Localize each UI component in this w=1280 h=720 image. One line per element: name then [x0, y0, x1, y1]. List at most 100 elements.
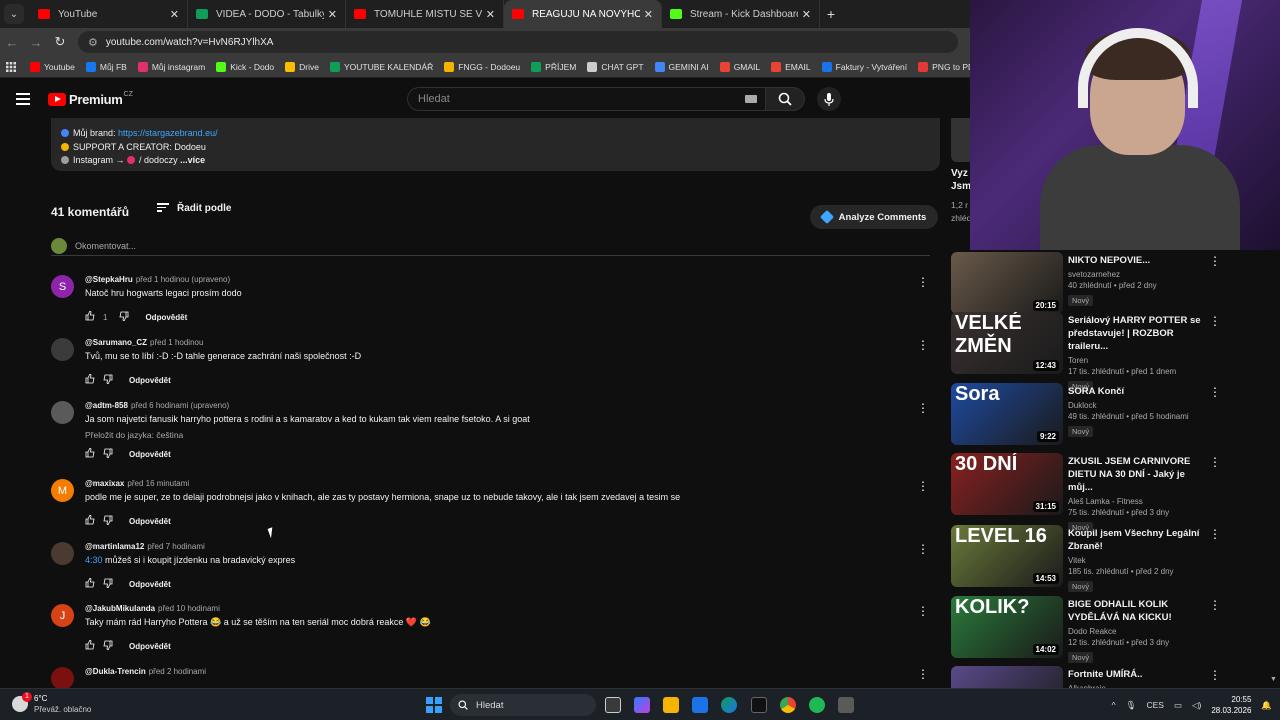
tab-close-icon[interactable]: ✕: [644, 8, 653, 21]
thumbs-down-icon[interactable]: [103, 515, 115, 528]
bookmark-item[interactable]: Faktury - Vytváření: [821, 61, 907, 72]
clock[interactable]: 20:55 28.03.2026: [1211, 694, 1251, 716]
instagram-handle[interactable]: / dodoczy: [139, 155, 178, 165]
bookmark-item[interactable]: PŘÍJEM: [531, 61, 576, 72]
tab-close-icon[interactable]: ✕: [486, 8, 495, 21]
spotify-icon[interactable]: [809, 697, 825, 713]
outlook-icon[interactable]: [692, 697, 708, 713]
reply-button[interactable]: Odpovědět: [129, 517, 171, 526]
tab-search-icon[interactable]: ⌄: [4, 4, 24, 24]
comment-time[interactable]: před 7 hodinami: [147, 542, 204, 551]
comment-avatar[interactable]: S: [51, 275, 74, 298]
thumbs-up-icon[interactable]: [85, 373, 97, 387]
menu-icon[interactable]: [16, 93, 30, 108]
more-actions-icon[interactable]: ⋮: [1209, 254, 1221, 268]
comment-avatar[interactable]: [51, 338, 74, 361]
volume-icon[interactable]: ◁): [1192, 700, 1201, 711]
video-title[interactable]: Koupil jsem Všechny Legální Zbraně!: [1068, 527, 1208, 553]
video-thumbnail[interactable]: LEVEL 16 14:53: [951, 525, 1063, 587]
video-thumbnail[interactable]: KOLIK? 14:02: [951, 596, 1063, 658]
reload-icon[interactable]: ↻: [48, 34, 72, 50]
weather-widget[interactable]: 6°C Převáž. oblačno: [12, 692, 91, 715]
task-view-icon[interactable]: [605, 697, 621, 713]
comment-author[interactable]: @StepkaHru: [85, 275, 133, 284]
tab-close-icon[interactable]: ✕: [328, 8, 337, 21]
video-thumbnail[interactable]: Sora 9:22: [951, 383, 1063, 445]
sort-button[interactable]: Řadit podle: [157, 203, 231, 214]
chrome-icon[interactable]: [780, 697, 796, 713]
partial-video-title[interactable]: Vyz Jsm: [951, 167, 971, 193]
channel-name[interactable]: Toren: [1068, 356, 1208, 365]
windows-start-icon[interactable]: [426, 697, 442, 713]
comment-author[interactable]: @maxixax: [85, 479, 124, 488]
comment-avatar[interactable]: [51, 542, 74, 565]
comment-author[interactable]: @martinlama12: [85, 542, 144, 551]
calculator-icon[interactable]: [838, 697, 854, 713]
comment-time[interactable]: před 1 hodinou (upraveno): [136, 275, 230, 284]
thumbs-down-icon[interactable]: [119, 311, 131, 324]
bookmark-item[interactable]: Kick - Dodo: [216, 61, 274, 72]
channel-name[interactable]: Duklock: [1068, 401, 1208, 410]
more-actions-icon[interactable]: ⋮: [917, 479, 929, 493]
reply-button[interactable]: Odpovědět: [129, 376, 171, 385]
keyboard-icon[interactable]: [745, 95, 757, 103]
taskbar-search[interactable]: Hledat: [450, 694, 596, 716]
recommended-video[interactable]: 20:15 NIKTO NEPOVIE... svetozarnehez 40 zhl…: [951, 252, 1280, 318]
apps-icon[interactable]: [6, 61, 16, 72]
thumbs-down-icon[interactable]: [103, 374, 115, 387]
video-title[interactable]: Fortnite UMÍRÁ..: [1068, 668, 1208, 681]
more-actions-icon[interactable]: ⋮: [917, 275, 929, 289]
channel-name[interactable]: svetozarnehez: [1068, 270, 1208, 279]
forward-icon[interactable]: →: [24, 35, 48, 50]
video-title[interactable]: Seriálový HARRY POTTER se představuje! |…: [1068, 314, 1208, 353]
more-actions-icon[interactable]: ⋮: [1209, 668, 1221, 682]
thumbs-down-icon[interactable]: [103, 578, 115, 591]
comment-time[interactable]: před 16 minutami: [127, 479, 189, 488]
reply-button[interactable]: Odpovědět: [129, 580, 171, 589]
video-description[interactable]: Můj brand: https://stargazebrand.eu/ SUP…: [51, 118, 940, 171]
comment-avatar[interactable]: [51, 667, 74, 690]
site-info-icon[interactable]: ⚙: [88, 36, 98, 49]
microphone-tray-icon[interactable]: 🎙: [1126, 700, 1137, 711]
recommended-video[interactable]: Sora 9:22 SORA Končí Duklock 49 tis. zhlédnu…: [951, 383, 1280, 449]
video-title[interactable]: BIGE ODHALIL KOLIK VYDĚLÁVÁ NA KICKU!: [1068, 598, 1208, 624]
comment-timestamp-link[interactable]: 4:30: [85, 555, 103, 565]
more-actions-icon[interactable]: ⋮: [917, 401, 929, 415]
copilot-icon[interactable]: [634, 697, 650, 713]
comment-avatar[interactable]: J: [51, 604, 74, 627]
new-tab-button[interactable]: +: [820, 6, 842, 22]
voice-search-button[interactable]: [817, 87, 841, 111]
notification-icon[interactable]: 🔔: [1261, 700, 1272, 711]
chevron-up-icon[interactable]: ^: [1112, 700, 1116, 710]
bookmark-item[interactable]: CHAT GPT: [587, 61, 644, 72]
comment-time[interactable]: před 2 hodinami: [149, 667, 206, 676]
thumbs-down-icon[interactable]: [103, 640, 115, 653]
reply-button[interactable]: Odpovědět: [129, 450, 171, 459]
terminal-icon[interactable]: [751, 697, 767, 713]
search-input[interactable]: Hledat: [407, 87, 765, 111]
analyze-comments-button[interactable]: Analyze Comments: [810, 205, 938, 229]
more-actions-icon[interactable]: ⋮: [917, 667, 929, 681]
thumbs-up-icon[interactable]: [85, 310, 97, 324]
brand-link[interactable]: https://stargazebrand.eu/: [118, 128, 218, 138]
reply-button[interactable]: Odpovědět: [145, 313, 187, 322]
comment-author[interactable]: @Sarumano_CZ: [85, 338, 147, 347]
recommended-video[interactable]: LEVEL 16 14:53 Koupil jsem Všechny Legální…: [951, 525, 1280, 592]
url-input[interactable]: ⚙ youtube.com/watch?v=HvN6RJYlhXA: [78, 31, 958, 53]
comment-time[interactable]: před 6 hodinami (upraveno): [131, 401, 229, 410]
show-more-link[interactable]: ...více: [180, 155, 205, 165]
video-thumbnail[interactable]: VELKÉ ZMĚN 12:43: [951, 312, 1063, 374]
bookmark-item[interactable]: Můj instagram: [137, 61, 205, 72]
tab-close-icon[interactable]: ✕: [802, 8, 811, 21]
channel-name[interactable]: Dodo Reakce: [1068, 627, 1208, 636]
bookmark-item[interactable]: GMAIL: [719, 61, 760, 72]
comment-avatar[interactable]: M: [51, 479, 74, 502]
bookmark-item[interactable]: Můj FB: [85, 61, 127, 72]
browser-tab[interactable]: Stream - Kick Dashboard ✕: [662, 0, 820, 28]
scroll-down-arrow[interactable]: ▼: [1270, 676, 1277, 683]
video-title[interactable]: ZKUSIL JSEM CARNIVORE DIETU NA 30 DNÍ - …: [1068, 455, 1208, 494]
browser-tab[interactable]: TOMUHLE MÍSTU SE VYHÝBEJTE ✕: [346, 0, 504, 28]
bookmark-item[interactable]: FNGG - Dodoeu: [444, 61, 520, 72]
more-actions-icon[interactable]: ⋮: [917, 604, 929, 618]
bookmark-item[interactable]: Youtube: [30, 61, 75, 72]
